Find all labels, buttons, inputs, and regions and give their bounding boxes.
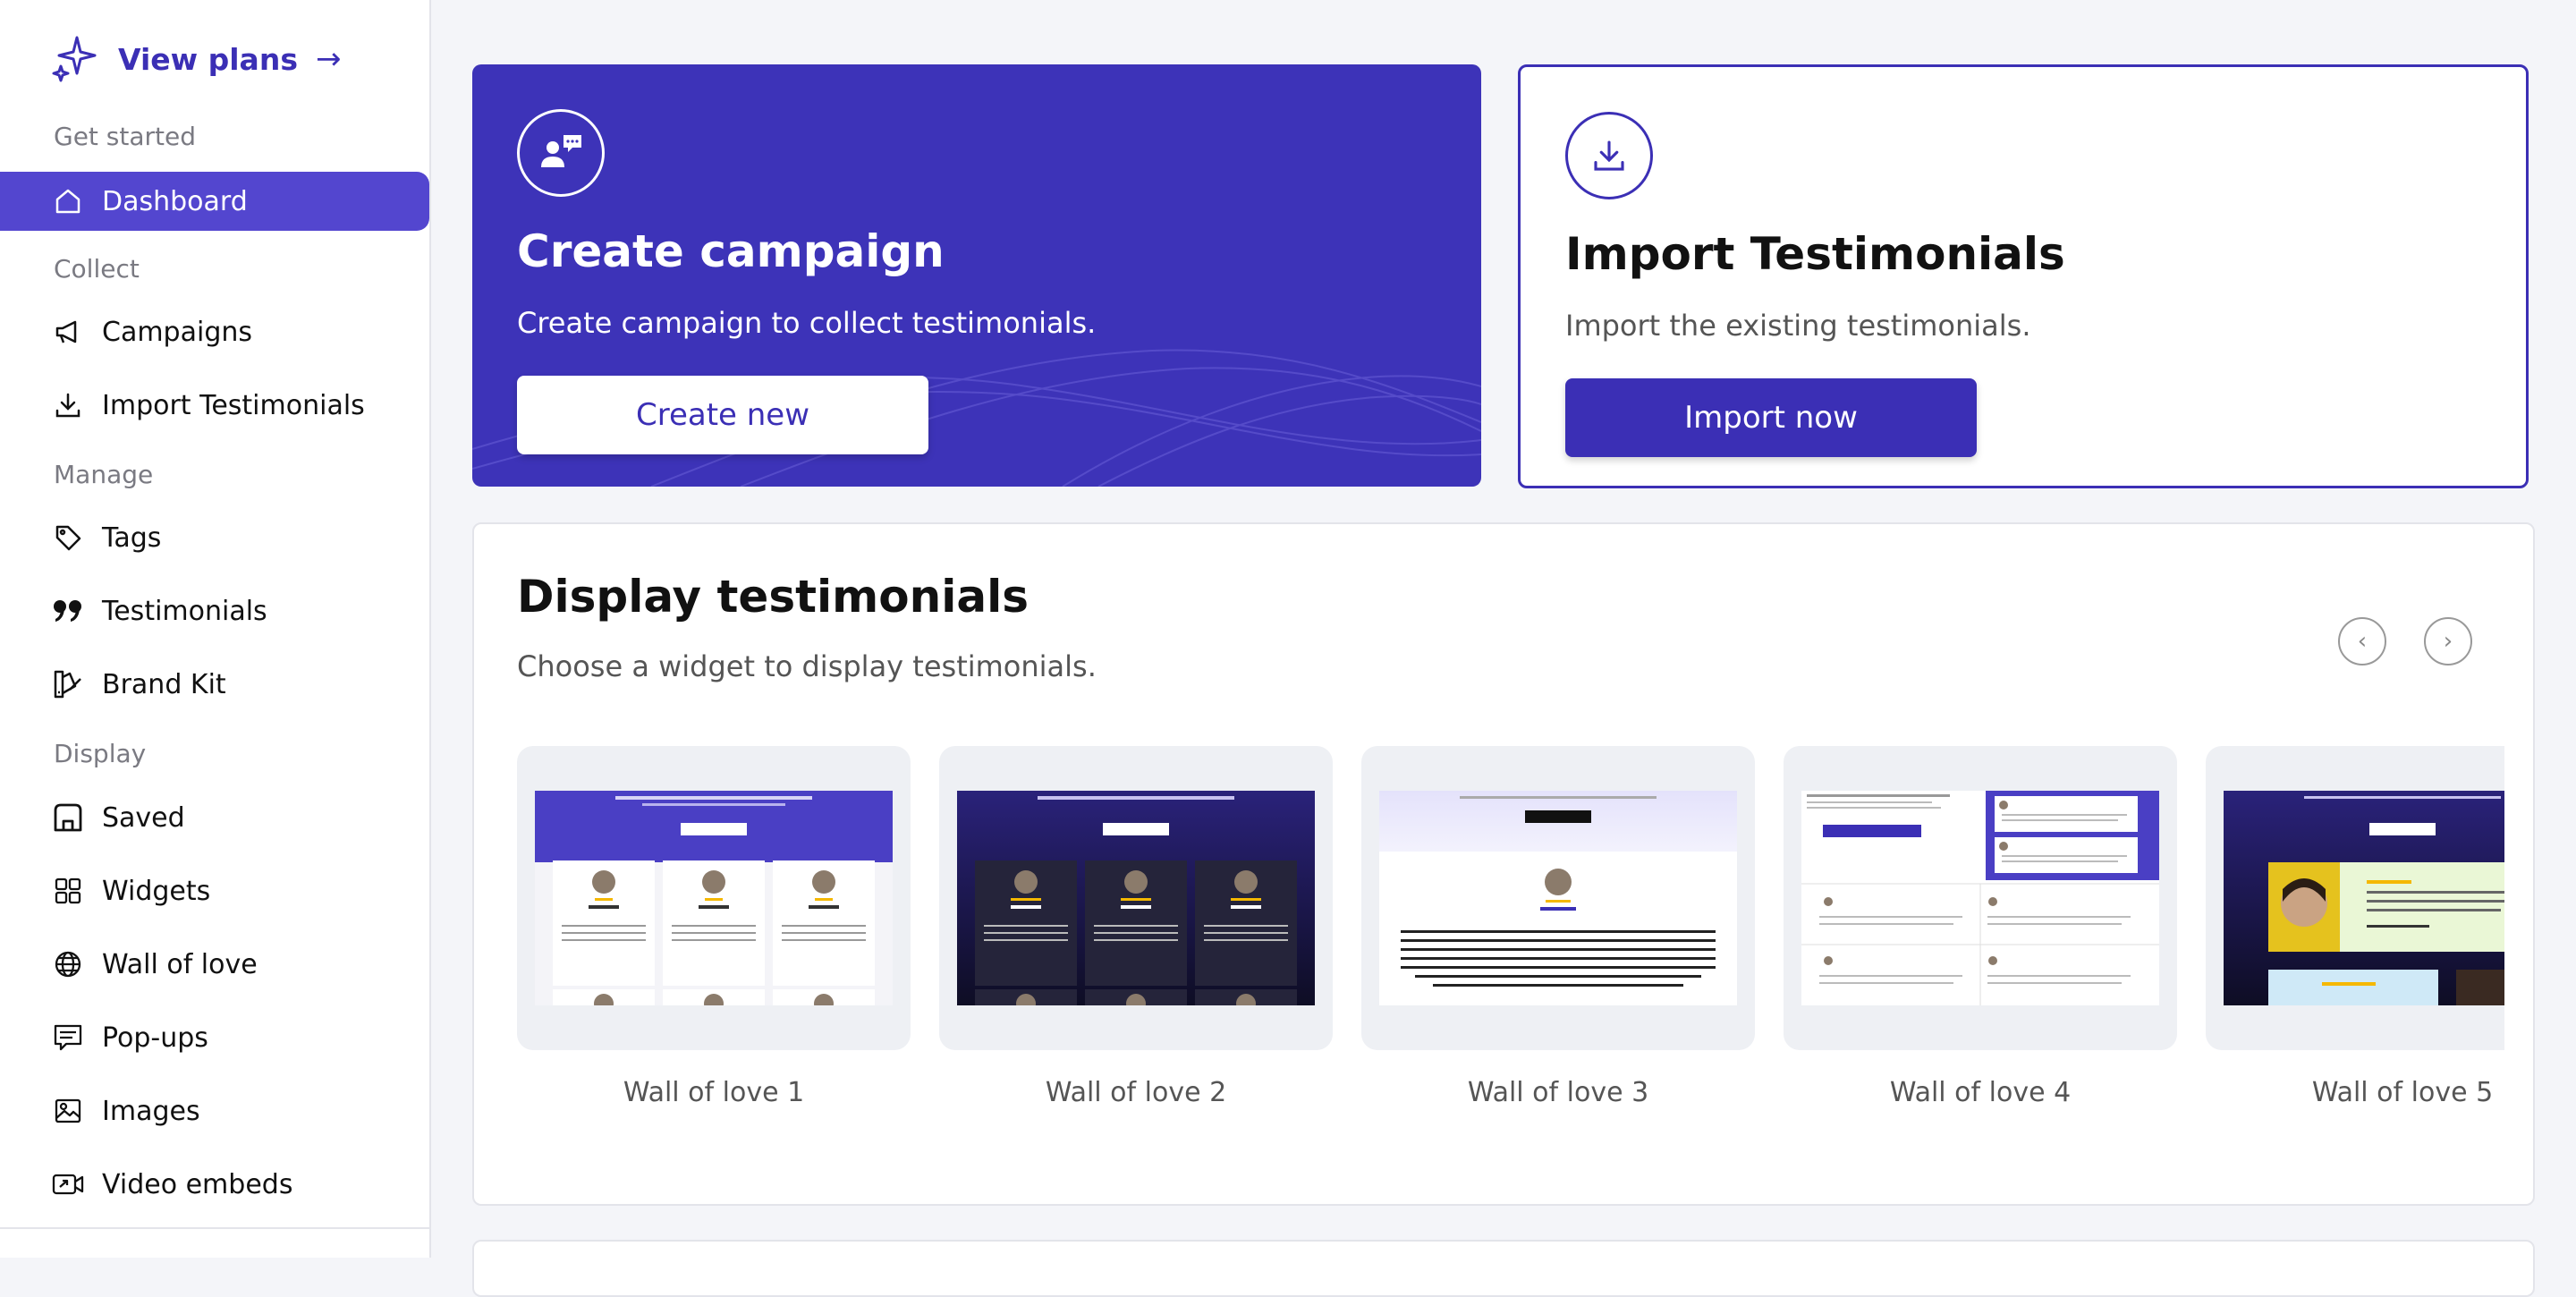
widget-card-3[interactable]: Wall of love 3 bbox=[1361, 746, 1755, 1108]
widget-preview-image bbox=[2224, 791, 2504, 1005]
quote-icon bbox=[52, 595, 84, 627]
widget-label: Wall of love 2 bbox=[1045, 1077, 1227, 1108]
sidebar-item-campaigns[interactable]: Campaigns bbox=[0, 302, 429, 361]
home-icon bbox=[52, 185, 84, 217]
sidebar-item-label: Images bbox=[102, 1095, 200, 1127]
create-campaign-card: Create campaign Create campaign to colle… bbox=[472, 64, 1481, 487]
widget-card-4[interactable]: Wall of love 4 bbox=[1784, 746, 2177, 1108]
import-subtitle: Import the existing testimonials. bbox=[1565, 309, 2031, 343]
display-subtitle: Choose a widget to display testimonials. bbox=[517, 649, 1097, 683]
carousel-prev-button[interactable]: ‹ bbox=[2338, 617, 2386, 665]
section-display: Display bbox=[54, 739, 147, 768]
widget-preview-frame bbox=[939, 746, 1333, 1050]
sidebar-item-video-embeds[interactable]: Video embeds bbox=[0, 1155, 429, 1214]
sidebar-item-label: Widgets bbox=[102, 875, 211, 907]
globe-icon bbox=[52, 948, 84, 980]
widget-preview-image bbox=[1379, 791, 1737, 1005]
display-testimonials-panel: Display testimonials Choose a widget to … bbox=[472, 522, 2535, 1206]
sidebar-item-testimonials[interactable]: Testimonials bbox=[0, 581, 429, 640]
sidebar-item-label: Import Testimonials bbox=[102, 389, 365, 421]
sidebar-item-label: Wall of love bbox=[102, 948, 258, 980]
arrow-right-icon: → bbox=[315, 41, 342, 77]
widget-card-5[interactable]: Wall of love 5 bbox=[2206, 746, 2504, 1108]
download-icon bbox=[1565, 112, 1653, 199]
sidebar-item-label: Pop-ups bbox=[102, 1021, 208, 1054]
sidebar-item-label: Saved bbox=[102, 801, 185, 834]
import-title: Import Testimonials bbox=[1565, 228, 2065, 280]
image-icon bbox=[52, 1095, 84, 1127]
sidebar-item-dashboard[interactable]: Dashboard bbox=[0, 172, 429, 231]
saved-icon bbox=[52, 801, 84, 834]
import-testimonials-card: Import Testimonials Import the existing … bbox=[1518, 64, 2529, 488]
sidebar-item-images[interactable]: Images bbox=[0, 1081, 429, 1140]
person-chat-icon bbox=[517, 109, 605, 197]
view-plans-link[interactable]: View plans → bbox=[50, 32, 341, 86]
widget-preview-frame bbox=[517, 746, 911, 1050]
create-campaign-subtitle: Create campaign to collect testimonials. bbox=[517, 306, 1097, 340]
next-section-panel bbox=[472, 1240, 2535, 1297]
import-now-button[interactable]: Import now bbox=[1565, 378, 1977, 457]
sidebar-item-pop-ups[interactable]: Pop-ups bbox=[0, 1008, 429, 1067]
widgets-grid-icon bbox=[52, 875, 84, 907]
megaphone-icon bbox=[52, 316, 84, 348]
sidebar-item-wall-of-love[interactable]: Wall of love bbox=[0, 935, 429, 994]
sidebar-item-label: Tags bbox=[102, 521, 162, 554]
widget-preview-image bbox=[535, 791, 893, 1005]
sparkle-icon bbox=[50, 32, 100, 86]
widget-label: Wall of love 4 bbox=[1889, 1077, 2072, 1108]
sidebar-item-label: Brand Kit bbox=[102, 668, 226, 700]
sidebar-item-widgets[interactable]: Widgets bbox=[0, 861, 429, 920]
widget-preview-frame bbox=[1784, 746, 2177, 1050]
popup-icon bbox=[52, 1021, 84, 1054]
sidebar-item-tags[interactable]: Tags bbox=[0, 508, 429, 567]
widget-card-1[interactable]: Wall of love 1 bbox=[517, 746, 911, 1108]
widget-label: Wall of love 3 bbox=[1467, 1077, 1649, 1108]
sidebar-item-import-testimonials[interactable]: Import Testimonials bbox=[0, 376, 429, 435]
video-icon bbox=[52, 1168, 84, 1200]
tag-icon bbox=[52, 521, 84, 554]
display-title: Display testimonials bbox=[517, 571, 1029, 623]
create-campaign-title: Create campaign bbox=[517, 225, 945, 277]
widget-label: Wall of love 5 bbox=[2311, 1077, 2494, 1108]
sidebar-item-label: Dashboard bbox=[102, 185, 248, 217]
chevron-left-icon: ‹ bbox=[2357, 628, 2368, 655]
section-manage: Manage bbox=[54, 460, 154, 489]
widget-label: Wall of love 1 bbox=[623, 1077, 805, 1108]
sidebar-item-label: Campaigns bbox=[102, 316, 253, 348]
widget-preview-frame bbox=[1361, 746, 1755, 1050]
view-plans-label: View plans bbox=[118, 41, 298, 77]
carousel-next-button[interactable]: › bbox=[2424, 617, 2472, 665]
sidebar-divider bbox=[0, 1227, 429, 1229]
widget-preview-image bbox=[1801, 791, 2159, 1005]
create-new-button[interactable]: Create new bbox=[517, 376, 928, 454]
sidebar-item-label: Testimonials bbox=[102, 595, 267, 627]
sidebar-item-saved[interactable]: Saved bbox=[0, 788, 429, 847]
sidebar-item-brand-kit[interactable]: Brand Kit bbox=[0, 655, 429, 714]
section-collect: Collect bbox=[54, 254, 140, 284]
widget-preview-image bbox=[957, 791, 1315, 1005]
chevron-right-icon: › bbox=[2443, 628, 2453, 655]
widget-carousel: Wall of love 1 Wall of love 2 Wall of lo… bbox=[517, 746, 2504, 1122]
download-icon bbox=[52, 389, 84, 421]
widget-preview-frame bbox=[2206, 746, 2504, 1050]
brand-kit-icon bbox=[52, 668, 84, 700]
widget-card-2[interactable]: Wall of love 2 bbox=[939, 746, 1333, 1108]
sidebar: View plans → Get started Dashboard Colle… bbox=[0, 0, 431, 1258]
sidebar-item-label: Video embeds bbox=[102, 1168, 293, 1200]
section-get-started: Get started bbox=[54, 122, 197, 151]
